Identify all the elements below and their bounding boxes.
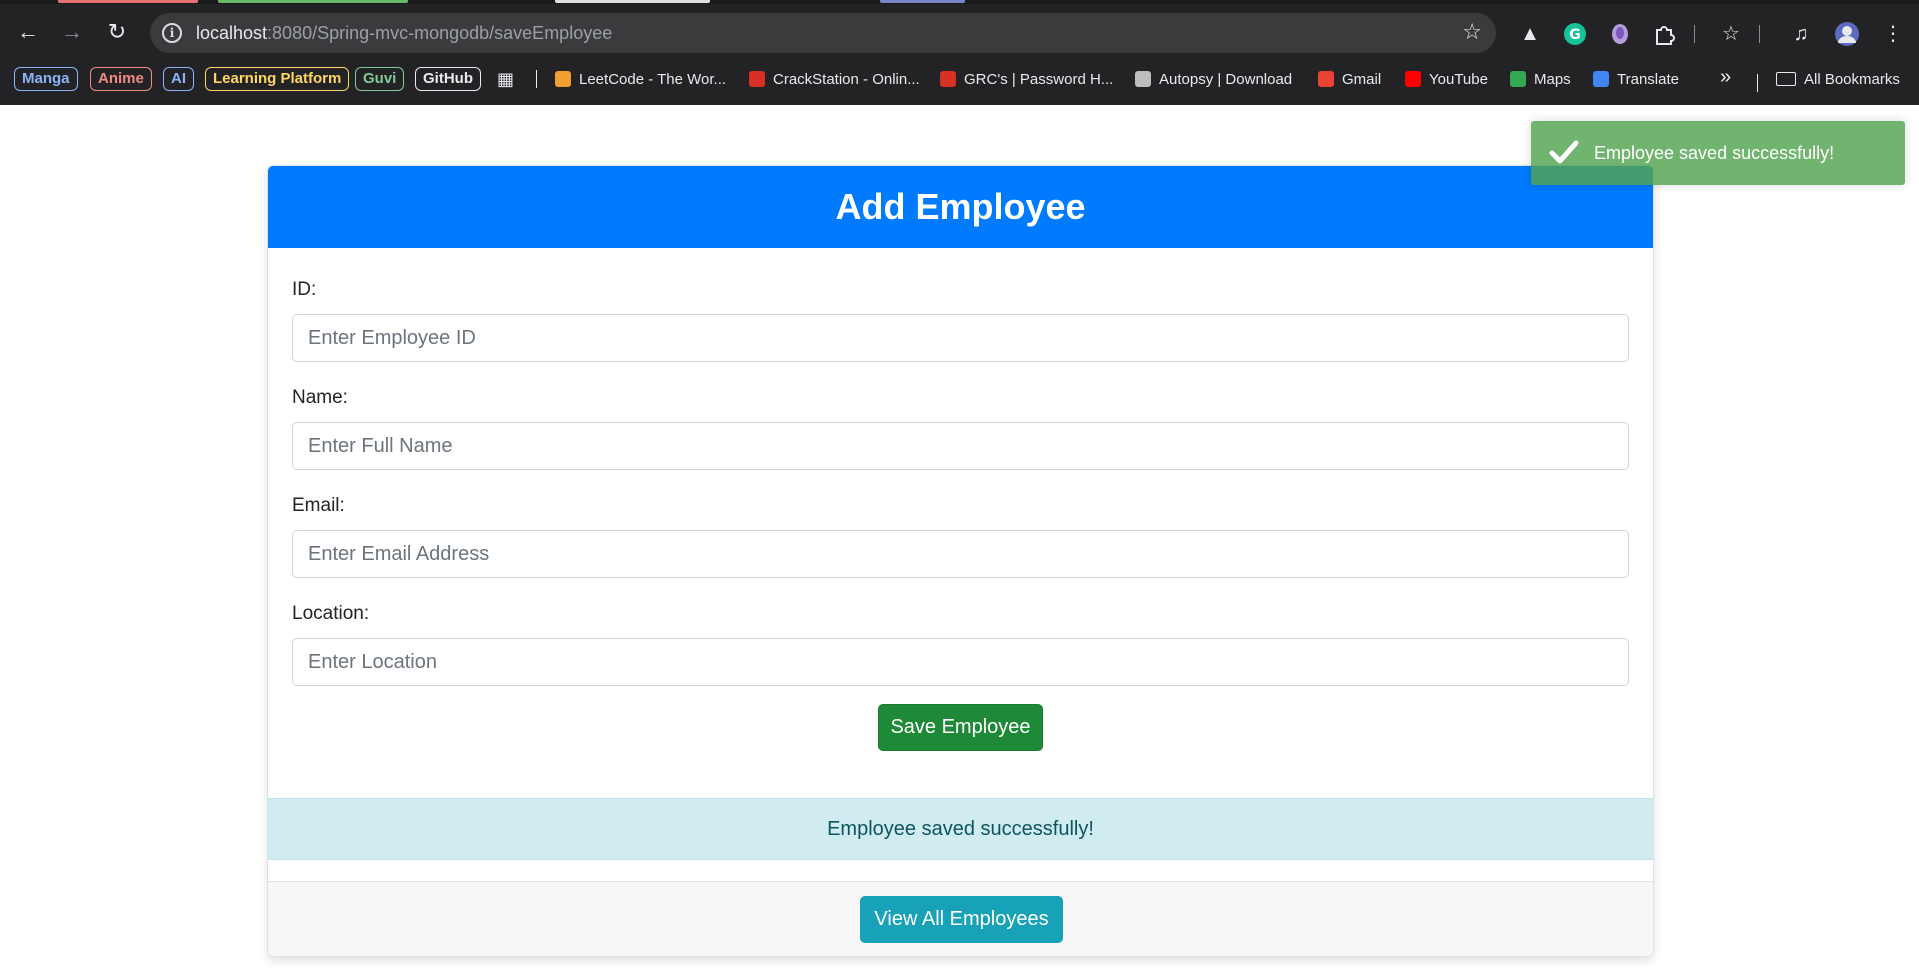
- bookmark-gmail[interactable]: Gmail: [1318, 70, 1381, 92]
- gmail-icon: [1318, 71, 1334, 87]
- bookmarks-overflow-icon[interactable]: »: [1720, 67, 1731, 89]
- tab-indicator[interactable]: [218, 0, 408, 3]
- save-employee-button[interactable]: Save Employee: [878, 704, 1043, 751]
- bookmark-folder-manga[interactable]: Manga: [14, 67, 78, 91]
- url-host: localhost: [196, 23, 268, 43]
- url-path: :8080/Spring-mvc-mongodb/saveEmployee: [267, 23, 613, 43]
- leetcode-icon: [555, 71, 571, 87]
- bookmark-separator: [1757, 74, 1758, 92]
- name-label: Name:: [292, 387, 348, 408]
- location-label: Location:: [292, 603, 370, 624]
- svg-text:G: G: [1569, 27, 1581, 43]
- bookmark-crackstation[interactable]: CrackStation - Onlin...: [749, 70, 920, 92]
- bookmark-maps[interactable]: Maps: [1510, 70, 1571, 92]
- grammarly-icon[interactable]: G: [1562, 21, 1588, 47]
- forward-icon[interactable]: →: [57, 17, 87, 47]
- bookmark-youtube[interactable]: YouTube: [1405, 70, 1488, 92]
- bookmark-label: Maps: [1534, 71, 1571, 88]
- bookmarks-manager-icon[interactable]: ☆: [1718, 21, 1744, 47]
- id-label: ID:: [292, 279, 317, 300]
- address-bar[interactable]: i localhost:8080/Spring-mvc-mongodb/save…: [150, 13, 1496, 53]
- tab-indicator[interactable]: [555, 0, 710, 3]
- success-alert: Employee saved successfully!: [268, 798, 1653, 860]
- translate-icon: [1593, 71, 1609, 87]
- bookmark-translate[interactable]: Translate: [1593, 70, 1679, 92]
- extensions-puzzle-icon[interactable]: [1652, 21, 1678, 47]
- bookmark-folder-github[interactable]: GitHub: [415, 67, 481, 91]
- toolbar-separator: [1759, 25, 1760, 43]
- bookmark-label: CrackStation - Onlin...: [773, 71, 920, 88]
- folder-icon: [1776, 72, 1796, 86]
- location-input[interactable]: [292, 638, 1629, 686]
- tab-indicator[interactable]: [880, 0, 965, 3]
- back-icon[interactable]: ←: [13, 17, 43, 47]
- bookmark-label: Gmail: [1342, 71, 1382, 88]
- employee-id-input[interactable]: [292, 314, 1629, 362]
- bookmark-label: LeetCode - The Wor...: [579, 71, 727, 88]
- bookmark-separator: [536, 70, 537, 88]
- success-toast[interactable]: Employee saved successfully!: [1531, 121, 1905, 185]
- tab-indicator[interactable]: [58, 0, 198, 3]
- bookmark-folder-guvi[interactable]: Guvi: [355, 67, 405, 91]
- email-input[interactable]: [292, 530, 1629, 578]
- youtube-icon: [1405, 71, 1421, 87]
- bookmark-folder-anime[interactable]: Anime: [90, 67, 152, 91]
- extension-shark-icon[interactable]: ▲: [1517, 21, 1543, 47]
- browser-menu-icon[interactable]: ⋮: [1880, 21, 1906, 47]
- autopsy-icon: [1135, 71, 1151, 87]
- bookmarks-bar: Manga Anime AI Learning Platform Guvi Gi…: [0, 62, 1919, 105]
- bookmark-star-icon[interactable]: ☆: [1462, 19, 1482, 45]
- apps-grid-icon[interactable]: ▦: [497, 69, 517, 89]
- url-text[interactable]: localhost:8080/Spring-mvc-mongodb/saveEm…: [196, 23, 612, 44]
- all-bookmarks-label: All Bookmarks: [1804, 71, 1900, 88]
- add-employee-card: Add Employee ID: Name: Email: Location: …: [267, 165, 1654, 957]
- site-info-icon[interactable]: i: [162, 23, 182, 43]
- bookmark-leetcode[interactable]: LeetCode - The Wor...: [555, 70, 726, 92]
- bookmark-label: YouTube: [1429, 71, 1488, 88]
- bookmark-label: Translate: [1617, 71, 1679, 88]
- full-name-input[interactable]: [292, 422, 1629, 470]
- bookmark-label: Autopsy | Download: [1159, 71, 1293, 88]
- browser-toolbar: ← → ↻ i localhost:8080/Spring-mvc-mongod…: [0, 4, 1919, 62]
- toast-message: Employee saved successfully!: [1594, 143, 1835, 163]
- maps-icon: [1510, 71, 1526, 87]
- card-title: Add Employee: [268, 166, 1653, 248]
- bookmark-autopsy[interactable]: Autopsy | Download: [1135, 70, 1292, 92]
- page-viewport: Add Employee ID: Name: Email: Location: …: [0, 105, 1919, 975]
- toolbar-separator: [1694, 25, 1695, 43]
- card-footer: View All Employees: [268, 881, 1653, 956]
- media-controls-icon[interactable]: ♫: [1788, 21, 1814, 47]
- reload-icon[interactable]: ↻: [102, 17, 132, 47]
- all-bookmarks-button[interactable]: All Bookmarks: [1776, 70, 1900, 92]
- bookmark-grc[interactable]: GRC's | Password H...: [940, 70, 1113, 92]
- bookmark-folder-ai[interactable]: AI: [163, 67, 194, 91]
- view-all-employees-button[interactable]: View All Employees: [860, 896, 1063, 943]
- grc-icon: [940, 71, 956, 87]
- bookmark-label: GRC's | Password H...: [964, 71, 1114, 88]
- extension-orb-icon[interactable]: [1607, 21, 1633, 47]
- crackstation-icon: [749, 71, 765, 87]
- bookmark-folder-learning-platform[interactable]: Learning Platform: [205, 67, 350, 91]
- email-label: Email:: [292, 495, 345, 516]
- checkmark-icon: [1549, 140, 1579, 164]
- profile-avatar[interactable]: [1834, 21, 1860, 47]
